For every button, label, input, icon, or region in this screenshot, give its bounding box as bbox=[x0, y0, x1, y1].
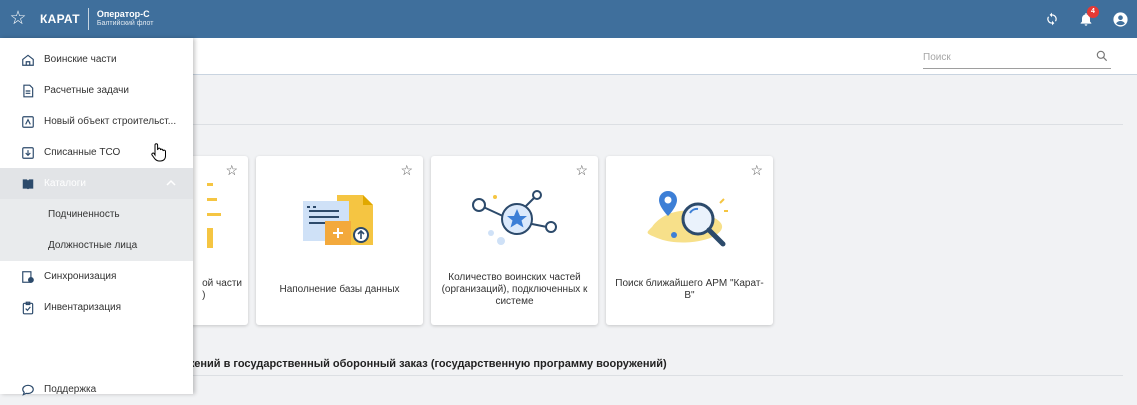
download-box-icon bbox=[20, 145, 36, 161]
clipboard-icon bbox=[20, 300, 36, 316]
toolbar bbox=[193, 38, 1137, 75]
sidebar-item-support[interactable]: Поддержка bbox=[0, 374, 193, 405]
card-database-fill[interactable]: ☆ Наполнение базы данных bbox=[256, 156, 423, 325]
card-title: Количество воинских частей (организаций)… bbox=[441, 272, 588, 307]
search-input[interactable] bbox=[923, 47, 1083, 68]
sync-button[interactable] bbox=[1035, 0, 1069, 38]
sidebar-item-new-construction[interactable]: Новый объект строительст... bbox=[0, 106, 193, 137]
top-actions: 4 bbox=[1035, 0, 1137, 38]
sync-icon bbox=[1047, 12, 1057, 26]
sidebar-item-label: Расчетные задачи bbox=[44, 85, 129, 96]
sidebar-menu: Воинские части Расчетные задачи Новый об… bbox=[0, 38, 193, 396]
notification-badge: 4 bbox=[1087, 6, 1099, 18]
sidebar-item-label: Новый объект строительст... bbox=[44, 116, 177, 127]
upload-box-icon bbox=[20, 114, 36, 130]
star-icon[interactable]: ☆ bbox=[750, 162, 763, 179]
sidebar-subitem-officials[interactable]: Должностные лица bbox=[0, 230, 193, 261]
card-title: Наполнение базы данных bbox=[279, 284, 400, 295]
network-star-icon bbox=[431, 178, 598, 258]
chat-bubble-icon bbox=[20, 382, 36, 398]
card-units-connected[interactable]: ☆ Количество воинских частей (организаци… bbox=[431, 156, 598, 325]
star-icon[interactable]: ☆ bbox=[575, 162, 588, 179]
notifications-button[interactable]: 4 bbox=[1069, 0, 1103, 38]
sidebar-item-label: Воинские части bbox=[44, 54, 117, 65]
divider bbox=[193, 124, 1123, 125]
home-icon bbox=[20, 52, 36, 68]
map-search-icon bbox=[606, 178, 773, 258]
operator-info: Оператор-С Балтийский флот bbox=[89, 10, 154, 28]
sidebar-item-calc-tasks[interactable]: Расчетные задачи bbox=[0, 75, 193, 106]
card-title: Поиск ближайшего АРМ "Карат-В" bbox=[615, 278, 764, 301]
sidebar-item-label: Каталоги bbox=[44, 178, 86, 189]
star-icon[interactable]: ☆ bbox=[400, 162, 413, 179]
operator-fleet: Балтийский флот bbox=[96, 20, 154, 27]
sidebar-item-military-units[interactable]: Воинские части bbox=[0, 44, 193, 75]
sidebar-item-label: Поддержка bbox=[44, 384, 97, 395]
book-icon bbox=[20, 176, 36, 192]
search-icon[interactable] bbox=[1095, 49, 1109, 63]
section-title: ожений в государственный оборонный заказ… bbox=[180, 358, 667, 370]
account-icon bbox=[1112, 11, 1128, 27]
sidebar-subitem-subordination[interactable]: Подчиненность bbox=[0, 199, 193, 230]
app-brand[interactable]: КАРАТ bbox=[36, 12, 88, 26]
search-field[interactable] bbox=[923, 47, 1111, 69]
favorite-star-icon[interactable]: ☆ bbox=[0, 0, 36, 38]
sidebar-item-label: Синхронизация bbox=[44, 271, 117, 282]
divider bbox=[193, 375, 1123, 376]
operator-name: Оператор-С bbox=[96, 9, 150, 19]
sidebar-item-catalogs[interactable]: Каталоги bbox=[0, 168, 193, 199]
sidebar-item-sync[interactable]: Синхронизация bbox=[0, 261, 193, 292]
sidebar-item-label: Списанные ТСО bbox=[44, 147, 121, 158]
database-fill-icon bbox=[256, 178, 423, 258]
chevron-up-icon[interactable] bbox=[166, 179, 176, 190]
sync-doc-icon bbox=[20, 269, 36, 285]
top-app-bar: ☆ КАРАТ Оператор-С Балтийский флот 4 bbox=[0, 0, 1137, 38]
document-icon bbox=[20, 83, 36, 99]
star-icon[interactable]: ☆ bbox=[225, 162, 238, 179]
sidebar-item-label: Инвентаризация bbox=[44, 302, 122, 313]
card-find-nearest[interactable]: ☆ Поиск ближайшего АРМ "Карат-В" bbox=[606, 156, 773, 325]
account-button[interactable] bbox=[1103, 0, 1137, 38]
sidebar-item-inventory[interactable]: Инвентаризация bbox=[0, 292, 193, 323]
hand-cursor-icon bbox=[151, 143, 166, 162]
